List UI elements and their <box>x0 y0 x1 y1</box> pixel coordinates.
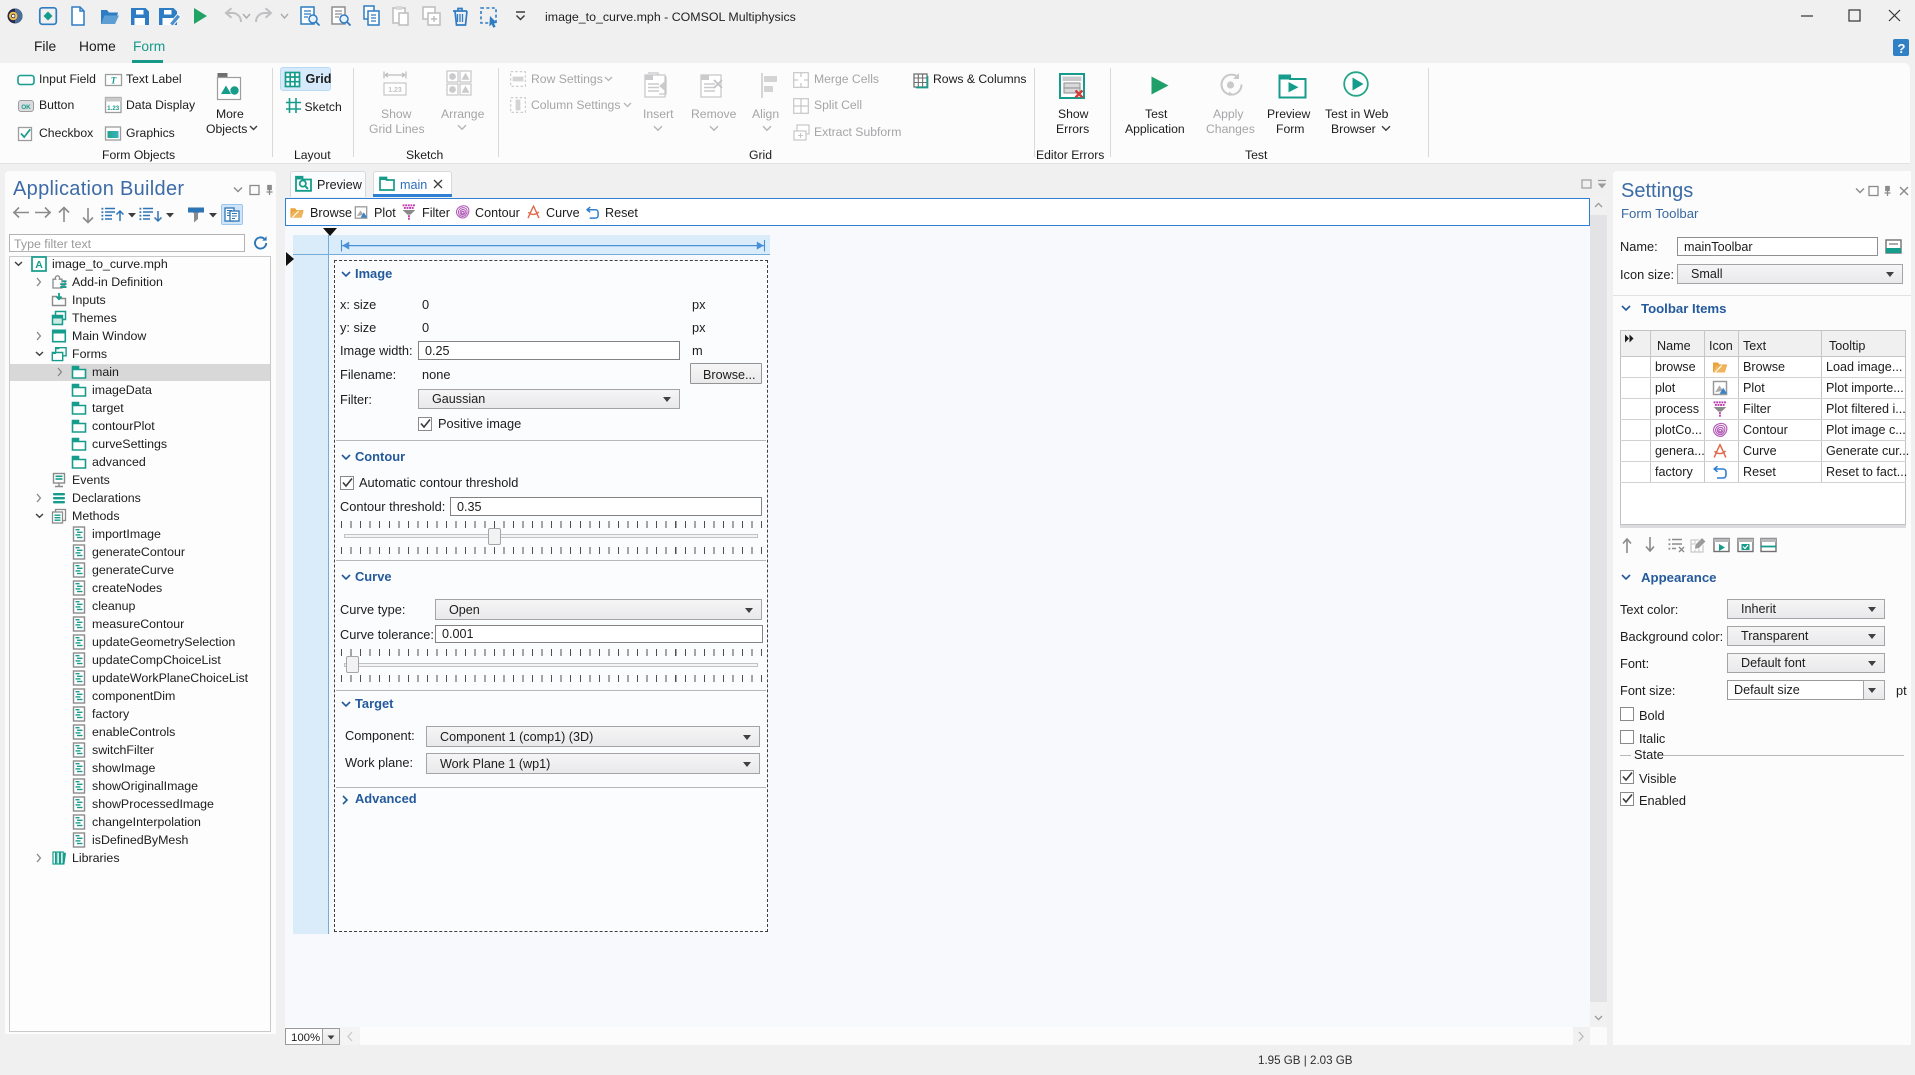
svg-text:T: T <box>111 76 117 86</box>
svg-text:OK: OK <box>21 104 31 111</box>
svg-text:1.23: 1.23 <box>107 105 120 112</box>
svg-text:1.23: 1.23 <box>388 87 402 94</box>
